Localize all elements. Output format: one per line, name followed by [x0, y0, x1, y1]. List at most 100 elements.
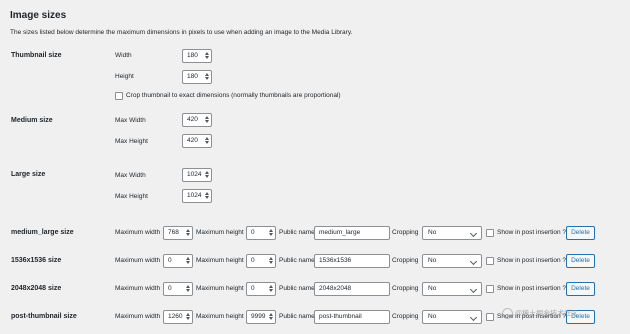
show-in-post-label: Show in post insertion ?	[497, 257, 567, 264]
cropping-label: Cropping	[392, 257, 419, 264]
chevron-down-icon	[469, 313, 478, 322]
public-name-value: 2048x2048	[319, 285, 352, 292]
cropping-label: Cropping	[392, 285, 419, 292]
show-in-post-checkbox[interactable]	[486, 313, 494, 321]
page-title: Image sizes	[10, 10, 67, 21]
max-height-input[interactable]: 0	[246, 282, 276, 296]
cropping-value: No	[428, 257, 437, 264]
spinner-icon[interactable]	[204, 51, 210, 61]
max-height-value: 9999	[251, 313, 266, 320]
cropping-select[interactable]: No	[422, 254, 482, 268]
medium-width-label: Max Width	[115, 117, 146, 124]
max-width-label: Maximum width	[115, 313, 161, 320]
public-name-label: Public name	[279, 257, 315, 264]
spinner-icon[interactable]	[268, 284, 274, 294]
medium-height-input[interactable]: 420	[182, 134, 212, 148]
custom-size-label: 1536x1536 size	[11, 257, 62, 264]
cropping-select[interactable]: No	[422, 310, 482, 324]
custom-size-label: post-thumbnail size	[11, 313, 77, 320]
max-width-label: Maximum width	[115, 229, 161, 236]
large-height-input[interactable]: 1024	[182, 189, 212, 203]
max-width-value: 0	[168, 257, 172, 264]
chevron-down-icon	[469, 257, 478, 266]
max-height-label: Maximum height	[196, 285, 244, 292]
spinner-icon[interactable]	[185, 256, 191, 266]
public-name-label: Public name	[279, 313, 315, 320]
max-width-input[interactable]: 0	[163, 254, 193, 268]
max-height-label: Maximum height	[196, 229, 244, 236]
delete-button[interactable]: Delete	[566, 226, 595, 240]
show-in-post-label: Show in post insertion ?	[497, 285, 567, 292]
max-width-value: 0	[168, 285, 172, 292]
public-name-input[interactable]: post-thumbnail	[314, 310, 390, 324]
large-width-value: 1024	[187, 171, 202, 178]
spinner-icon[interactable]	[204, 72, 210, 82]
medium-width-input[interactable]: 420	[182, 113, 212, 127]
spinner-icon[interactable]	[204, 115, 210, 125]
medium-size-label: Medium size	[11, 117, 53, 124]
description: The sizes listed below determine the max…	[10, 29, 353, 36]
spinner-icon[interactable]	[185, 284, 191, 294]
spinner-icon[interactable]	[185, 312, 191, 322]
medium-height-value: 420	[187, 137, 198, 144]
thumbnail-height-label: Height	[115, 73, 134, 80]
max-height-input[interactable]: 0	[246, 226, 276, 240]
medium-height-label: Max Height	[115, 138, 148, 145]
max-width-label: Maximum width	[115, 285, 161, 292]
max-width-input[interactable]: 1260	[163, 310, 193, 324]
show-in-post-checkbox[interactable]	[486, 229, 494, 237]
spinner-icon[interactable]	[268, 312, 274, 322]
max-width-input[interactable]: 768	[163, 226, 193, 240]
max-height-value: 0	[251, 229, 255, 236]
large-height-label: Max Height	[115, 193, 148, 200]
spinner-icon[interactable]	[204, 136, 210, 146]
thumbnail-height-input[interactable]: 180	[182, 70, 212, 84]
max-height-value: 0	[251, 285, 255, 292]
watermark: @稀土掘金技术社区	[502, 308, 578, 319]
chevron-down-icon	[469, 229, 478, 238]
public-name-value: 1536x1536	[319, 257, 352, 264]
public-name-label: Public name	[279, 229, 315, 236]
public-name-input[interactable]: 2048x2048	[314, 282, 390, 296]
public-name-value: post-thumbnail	[319, 313, 362, 320]
chevron-down-icon	[469, 285, 478, 294]
spinner-icon[interactable]	[185, 228, 191, 238]
delete-button[interactable]: Delete	[566, 254, 595, 268]
cropping-select[interactable]: No	[422, 226, 482, 240]
thumbnail-width-value: 180	[187, 52, 198, 59]
show-in-post-label: Show in post insertion ?	[497, 229, 567, 236]
show-in-post-checkbox[interactable]	[486, 257, 494, 265]
crop-thumbnail-checkbox[interactable]	[115, 92, 123, 100]
spinner-icon[interactable]	[268, 228, 274, 238]
max-height-label: Maximum height	[196, 257, 244, 264]
max-width-value: 1260	[168, 313, 183, 320]
thumbnail-width-label: Width	[115, 52, 132, 59]
cropping-value: No	[428, 285, 437, 292]
thumbnail-width-input[interactable]: 180	[182, 49, 212, 63]
thumbnail-height-value: 180	[187, 73, 198, 80]
max-width-input[interactable]: 0	[163, 282, 193, 296]
spinner-icon[interactable]	[204, 170, 210, 180]
cropping-label: Cropping	[392, 313, 419, 320]
delete-button[interactable]: Delete	[566, 282, 595, 296]
public-name-value: medium_large	[319, 229, 361, 236]
max-height-input[interactable]: 0	[246, 254, 276, 268]
cropping-value: No	[428, 313, 437, 320]
max-height-value: 0	[251, 257, 255, 264]
custom-size-label: medium_large size	[11, 229, 74, 236]
max-height-input[interactable]: 9999	[246, 310, 276, 324]
public-name-input[interactable]: 1536x1536	[314, 254, 390, 268]
public-name-input[interactable]: medium_large	[314, 226, 390, 240]
show-in-post-checkbox[interactable]	[486, 285, 494, 293]
spinner-icon[interactable]	[204, 191, 210, 201]
max-width-value: 768	[168, 229, 179, 236]
crop-thumbnail-label: Crop thumbnail to exact dimensions (norm…	[126, 92, 341, 99]
large-width-input[interactable]: 1024	[182, 168, 212, 182]
cropping-select[interactable]: No	[422, 282, 482, 296]
custom-size-label: 2048x2048 size	[11, 285, 62, 292]
spinner-icon[interactable]	[268, 256, 274, 266]
thumbnail-size-label: Thumbnail size	[11, 52, 62, 59]
medium-width-value: 420	[187, 116, 198, 123]
max-width-label: Maximum width	[115, 257, 161, 264]
large-size-label: Large size	[11, 171, 46, 178]
